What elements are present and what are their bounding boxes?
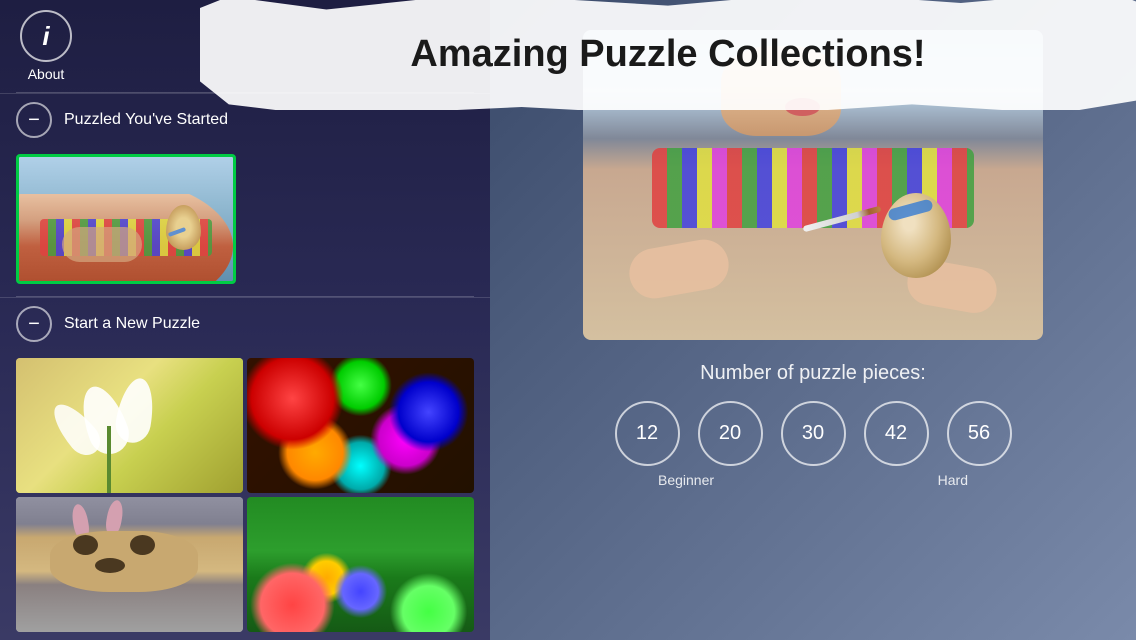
new-puzzle-collapse-button[interactable]: − [16, 306, 52, 342]
thumbnail-lilies[interactable] [16, 358, 243, 493]
current-puzzle-area [0, 146, 490, 296]
started-section-label: Puzzled You've Started [64, 111, 228, 129]
about-icon: i [20, 10, 72, 62]
current-puzzle-thumbnail[interactable] [16, 154, 236, 284]
thumbnail-dog-easter[interactable] [16, 497, 243, 632]
pieces-count-label: Number of puzzle pieces: [700, 362, 926, 385]
thumbnail-candy-eggs[interactable] [247, 358, 474, 493]
hard-label: Hard [938, 472, 968, 488]
started-collapse-button[interactable]: − [16, 102, 52, 138]
puzzle-grid [0, 350, 490, 640]
piece-count-42[interactable]: 42 [864, 401, 929, 466]
about-label: About [28, 66, 65, 82]
piece-count-56[interactable]: 56 [947, 401, 1012, 466]
piece-count-30[interactable]: 30 [781, 401, 846, 466]
piece-count-12[interactable]: 12 [615, 401, 680, 466]
new-puzzle-section-row: − Start a New Puzzle [0, 297, 490, 350]
piece-count-options: 12 20 30 42 56 [615, 401, 1012, 466]
brush-banner: Amazing Puzzle Collections! [200, 0, 1136, 110]
new-puzzle-section-label: Start a New Puzzle [64, 315, 200, 333]
about-button[interactable]: i About [20, 10, 72, 82]
difficulty-labels: Beginner Hard [648, 472, 978, 488]
banner-title: Amazing Puzzle Collections! [410, 34, 925, 76]
beginner-label: Beginner [658, 472, 714, 488]
thumbnail-grass-eggs[interactable] [247, 497, 474, 632]
piece-count-20[interactable]: 20 [698, 401, 763, 466]
